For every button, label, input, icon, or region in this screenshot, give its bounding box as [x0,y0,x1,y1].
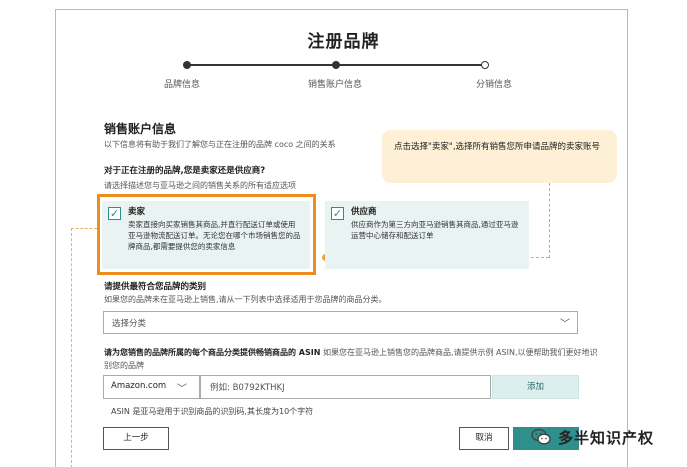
question-asin: 请为您销售的品牌所属的每个商品分类提供畅销商品的 ASIN 如果您在亚马逊上销售… [104,346,604,372]
wechat-icon [531,428,551,445]
step-label-brand-info: 品牌信息 [164,80,201,90]
step-dot-distribution [481,61,489,69]
callout-connector-vertical [549,183,550,258]
question-asin-title: 请为您销售的品牌所属的每个商品分类提供畅销商品的 ASIN [104,348,321,357]
option-vendor-title: 供应商 [351,207,377,217]
asin-note: ASIN 是亚马逊用于识别商品的识别码,其长度为10个字符 [111,407,314,416]
page-title: 注册品牌 [307,32,380,52]
chevron-down-icon: ﹀ [560,319,570,330]
option-vendor[interactable]: ✓ 供应商 供应商作为第三方向亚马逊销售其商品,通过亚马逊运营中心储存和配送订单 [325,201,529,269]
section-subtitle: 以下信息将有助于我们了解您与正在注册的品牌 coco 之间的关系 [104,140,336,149]
question-category: 请提供最符合您品牌的类别 [104,282,207,292]
step-dot-sales-account [332,61,340,69]
option-vendor-desc: 供应商作为第三方向亚马逊销售其商品,通过亚马逊运营中心储存和配送订单 [351,220,519,240]
category-select[interactable]: 选择分类 ﹀ [103,311,578,334]
step-dot-brand-info [183,61,191,69]
marketplace-value: Amazon.com [111,381,167,391]
step-label-distribution: 分销信息 [476,80,513,90]
section-title: 销售账户信息 [104,122,177,136]
seller-highlight-box [97,194,316,275]
step-label-sales-account: 销售账户信息 [308,80,363,90]
question-category-hint: 如果您的品牌未在亚马逊上销售,请从一下列表中选择适用于您品牌的商品分类。 [104,295,387,304]
register-brand-page: 注册品牌 品牌信息 销售账户信息 分销信息 销售账户信息 以下信息将有助于我们了… [0,0,687,467]
cancel-button[interactable]: 取消 [459,427,509,450]
chevron-down-icon: ﹀ [177,384,187,395]
question-seller-or-vendor: 对于正在注册的品牌,您是卖家还是供应商? [104,166,266,176]
add-asin-button[interactable]: 添加 [492,375,579,399]
vendor-checkbox[interactable]: ✓ [331,207,344,220]
watermark: 多半知识产权 [530,424,687,452]
asin-input[interactable]: 例如: B0792KTHKJ [200,375,491,399]
question-seller-or-vendor-hint: 请选择描述您与亚马逊之间的销售关系的所有适应选项 [104,181,296,190]
previous-button[interactable]: 上一步 [103,427,169,450]
left-guide-vertical [71,228,72,467]
left-guide-horizontal [71,228,97,229]
category-select-value: 选择分类 [112,319,147,329]
marketplace-select[interactable]: Amazon.com ﹀ [103,375,200,399]
watermark-text: 多半知识产权 [558,429,655,447]
callout-tip: 点击选择"卖家",选择所有销售您所申请品牌的卖家账号 [382,130,617,183]
